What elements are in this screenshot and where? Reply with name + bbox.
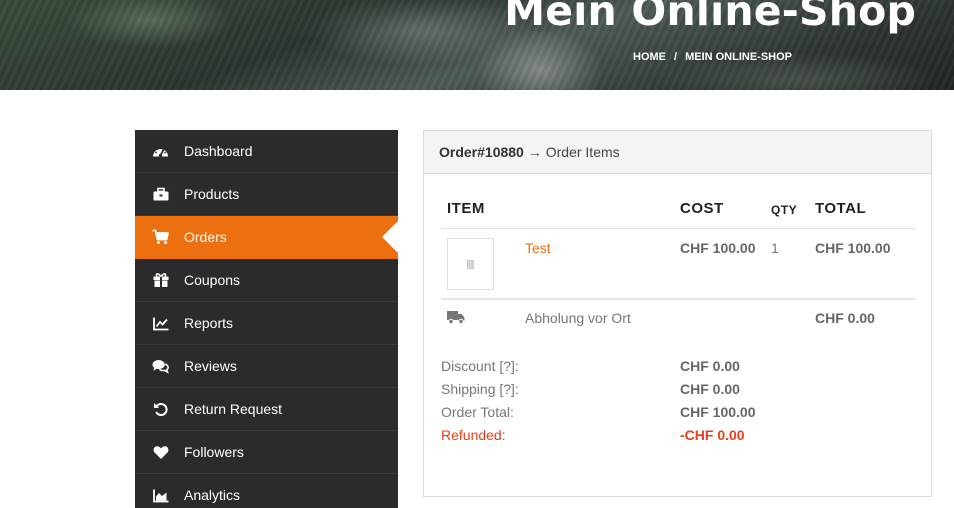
sidebar-item-products[interactable]: Products xyxy=(135,173,398,216)
column-header-qty: QTY xyxy=(771,203,798,217)
sidebar-item-label: Reports xyxy=(184,315,234,331)
sidebar-item-followers[interactable]: Followers xyxy=(135,431,398,474)
sidebar-item-orders[interactable]: Orders xyxy=(135,216,398,259)
breadcrumb-separator: / xyxy=(674,51,678,63)
sidebar-item-label: Reviews xyxy=(184,358,237,374)
truck-icon xyxy=(447,311,465,329)
order-total-value: CHF 100.00 xyxy=(680,404,756,420)
breadcrumb: HOME / MEIN ONLINE-SHOP xyxy=(633,51,792,63)
vendor-sidebar-menu: Dashboard Products Orders Coupons Report… xyxy=(135,130,398,508)
page-banner: Mein Online-Shop HOME / MEIN ONLINE-SHOP xyxy=(0,0,954,90)
discount-value: CHF 0.00 xyxy=(680,358,740,374)
sidebar-item-label: Analytics xyxy=(184,487,241,503)
column-header-total: TOTAL xyxy=(815,200,867,217)
product-thumbnail[interactable] xyxy=(447,238,494,290)
sidebar-item-reviews[interactable]: Reviews xyxy=(135,345,398,388)
sidebar-item-label: Dashboard xyxy=(184,143,253,159)
comments-icon xyxy=(152,358,169,375)
shopping-cart-icon xyxy=(152,229,169,246)
order-number: Order#10880 xyxy=(439,144,524,160)
shipping-line-total: CHF 0.00 xyxy=(815,310,875,326)
panel-header: Order#10880 → Order Items xyxy=(424,131,931,174)
sidebar-item-reports[interactable]: Reports xyxy=(135,302,398,345)
discount-label: Discount [?]: xyxy=(441,358,519,374)
column-header-cost: COST xyxy=(680,200,724,217)
column-header-item: ITEM xyxy=(447,200,485,217)
order-items-panel: Order#10880 → Order Items ITEM COST QTY … xyxy=(423,130,932,497)
area-chart-icon xyxy=(152,487,169,504)
sidebar-item-label: Orders xyxy=(184,229,227,245)
breadcrumb-home-link[interactable]: HOME xyxy=(633,51,666,63)
sidebar-item-coupons[interactable]: Coupons xyxy=(135,259,398,302)
product-name-link[interactable]: Test xyxy=(525,240,551,256)
heart-icon xyxy=(152,444,169,461)
sidebar-item-return-request[interactable]: Return Request xyxy=(135,388,398,431)
sidebar-item-analytics[interactable]: Analytics xyxy=(135,474,398,508)
dashboard-gauge-icon xyxy=(152,143,169,160)
item-qty: 1 xyxy=(771,240,779,256)
sidebar-item-dashboard[interactable]: Dashboard xyxy=(135,130,398,173)
sidebar-item-label: Return Request xyxy=(184,401,283,417)
panel-section-title: → Order Items xyxy=(527,144,620,160)
refunded-label: Refunded: xyxy=(441,427,506,443)
sidebar-item-label: Coupons xyxy=(184,272,241,288)
item-cost: CHF 100.00 xyxy=(680,240,756,256)
breadcrumb-current: MEIN ONLINE-SHOP xyxy=(685,51,793,63)
gift-icon xyxy=(152,272,169,289)
shipping-value: CHF 0.00 xyxy=(680,381,740,397)
item-divider xyxy=(441,298,916,300)
sidebar-item-label: Followers xyxy=(184,444,244,460)
shipping-method-name: Abholung vor Ort xyxy=(525,310,631,326)
refunded-value: -CHF 0.00 xyxy=(680,427,745,443)
shipping-label: Shipping [?]: xyxy=(441,381,519,397)
order-total-label: Order Total: xyxy=(441,404,514,420)
sidebar-item-label: Products xyxy=(184,186,240,202)
header-divider xyxy=(441,228,916,229)
briefcase-icon xyxy=(152,186,169,203)
item-total: CHF 100.00 xyxy=(815,240,891,256)
page-title: Mein Online-Shop xyxy=(504,0,916,35)
undo-icon xyxy=(152,401,169,418)
line-chart-icon xyxy=(152,315,169,332)
